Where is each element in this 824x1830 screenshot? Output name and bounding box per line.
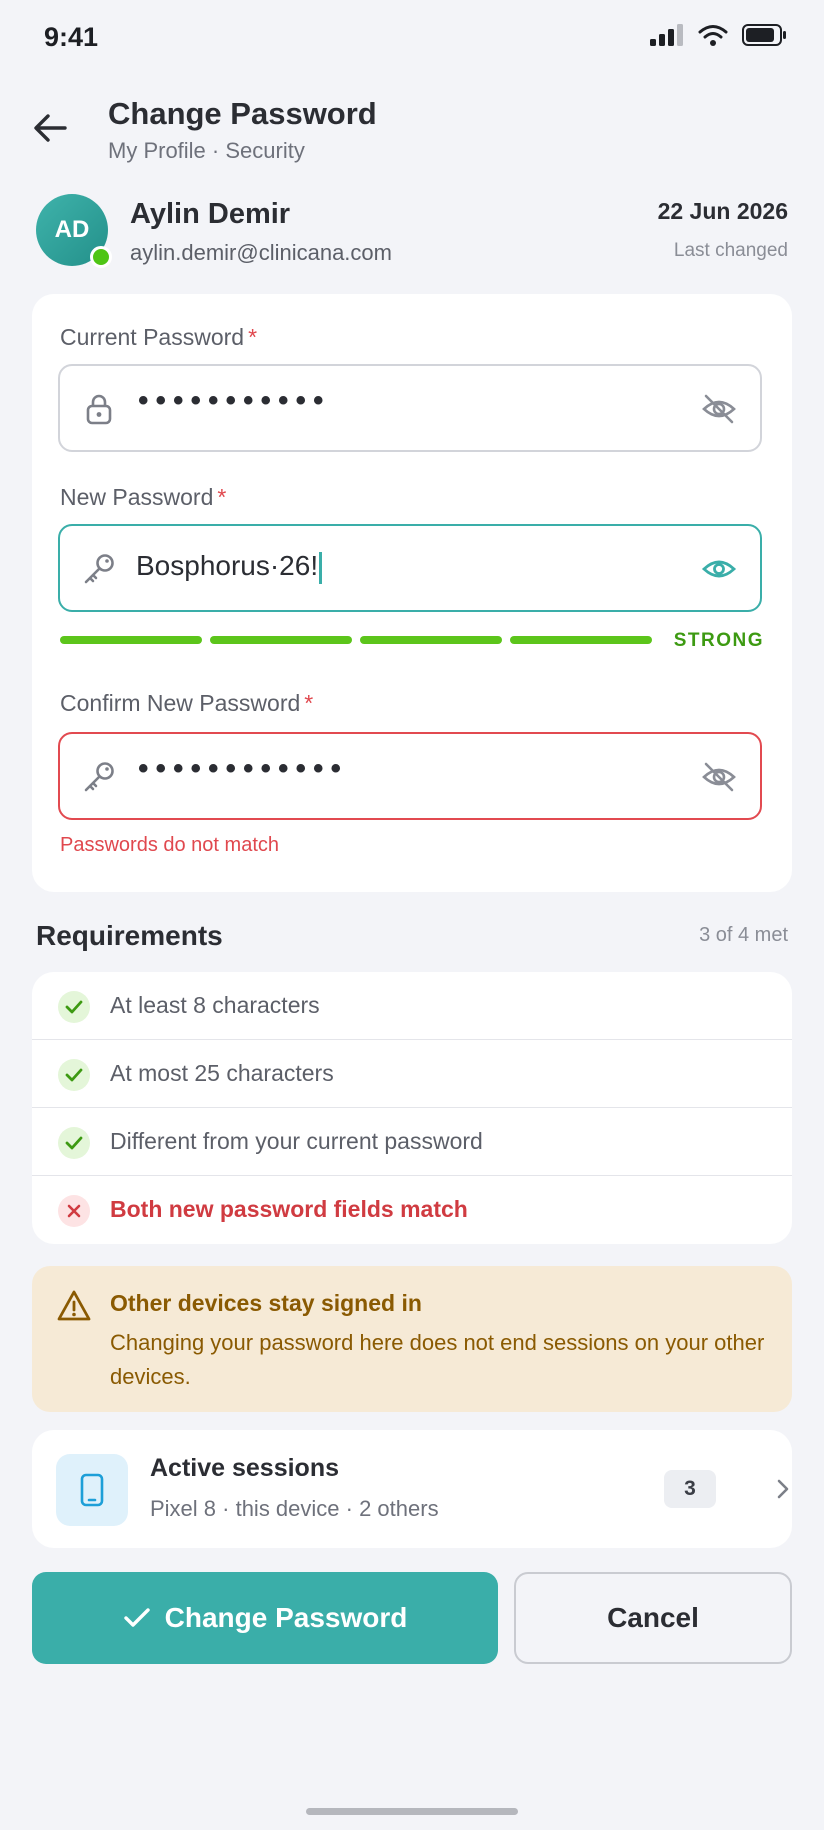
lock-icon bbox=[82, 392, 116, 426]
eye-off-icon bbox=[702, 394, 736, 424]
sessions-title: Active sessions bbox=[150, 1454, 339, 1482]
phone-icon bbox=[56, 1454, 128, 1526]
required-mark: * bbox=[217, 484, 227, 510]
battery-icon bbox=[742, 24, 786, 46]
new-password-label: New Password * bbox=[60, 484, 226, 511]
strength-segment bbox=[210, 636, 352, 644]
arrow-left-icon bbox=[34, 114, 67, 142]
sessions-warning-banner: Other devices stay signed in Changing yo… bbox=[32, 1266, 792, 1412]
eye-off-icon bbox=[702, 762, 736, 792]
last-changed-date: 22 Jun 2026 bbox=[657, 198, 788, 224]
cancel-button[interactable]: Cancel bbox=[514, 1572, 792, 1664]
password-strength-meter: STRONG bbox=[60, 630, 764, 660]
active-sessions-row[interactable]: Active sessions Pixel 8 · this device · … bbox=[32, 1430, 792, 1548]
requirement-text: At most 25 characters bbox=[110, 1060, 334, 1086]
confirm-error-message: Passwords do not match bbox=[60, 834, 279, 856]
check-icon bbox=[58, 1059, 90, 1091]
requirement-text: Both new password fields match bbox=[110, 1196, 468, 1222]
requirement-text: At least 8 characters bbox=[110, 992, 320, 1018]
key-icon bbox=[82, 552, 116, 586]
wifi-icon bbox=[698, 25, 728, 46]
eye-icon bbox=[701, 560, 737, 578]
requirement-item: Both new password fields match bbox=[32, 1176, 792, 1244]
strength-segment bbox=[60, 636, 202, 644]
page-title: Change Password bbox=[108, 96, 377, 131]
x-icon bbox=[58, 1195, 90, 1227]
status-icons bbox=[650, 24, 788, 46]
check-icon bbox=[58, 991, 90, 1023]
status-time: 9:41 bbox=[44, 22, 99, 52]
strength-segment bbox=[510, 636, 652, 644]
back-button[interactable] bbox=[28, 106, 72, 150]
last-changed-label: Last changed bbox=[673, 240, 788, 261]
confirm-password-label-text: Confirm New Password bbox=[60, 690, 301, 716]
current-password-label: Current Password * bbox=[60, 324, 257, 351]
toggle-new-visibility[interactable] bbox=[700, 550, 738, 588]
requirement-item: Different from your current password bbox=[32, 1108, 792, 1176]
new-password-input[interactable]: Bosphorus·26! bbox=[58, 524, 762, 612]
check-icon bbox=[58, 1127, 90, 1159]
requirements-list: At least 8 characters At most 25 charact… bbox=[32, 972, 792, 1244]
password-form-card: Current Password * ••••••••••• New Passwo… bbox=[32, 294, 792, 892]
requirement-text: Different from your current password bbox=[110, 1128, 483, 1154]
new-password-text: Bosphorus·26! bbox=[136, 550, 319, 581]
sessions-count-badge: 3 bbox=[664, 1470, 716, 1508]
current-password-input[interactable]: ••••••••••• bbox=[58, 364, 762, 452]
online-status-dot bbox=[90, 246, 112, 268]
signal-icon bbox=[650, 24, 683, 46]
toggle-current-visibility[interactable] bbox=[700, 390, 738, 428]
warning-body: Changing your password here does not end… bbox=[110, 1330, 765, 1389]
profile-summary: AD Aylin Demir aylin.demir@clinicana.com… bbox=[36, 194, 788, 268]
confirm-password-label: Confirm New Password * bbox=[60, 690, 313, 717]
requirement-item: At most 25 characters bbox=[32, 1040, 792, 1108]
required-mark: * bbox=[304, 690, 314, 716]
breadcrumb: My Profile · Security bbox=[108, 138, 305, 163]
cancel-label: Cancel bbox=[607, 1602, 699, 1633]
confirm-password-input[interactable]: •••••••••••• bbox=[58, 732, 762, 820]
requirements-heading: Requirements bbox=[36, 920, 223, 951]
warning-title: Other devices stay signed in bbox=[110, 1290, 422, 1316]
change-password-label: Change Password bbox=[164, 1602, 408, 1633]
requirements-count: 3 of 4 met bbox=[699, 924, 788, 946]
strength-label: STRONG bbox=[673, 630, 764, 651]
home-indicator bbox=[306, 1808, 518, 1815]
warning-icon bbox=[57, 1290, 91, 1321]
user-email: aylin.demir@clinicana.com bbox=[130, 240, 392, 265]
confirm-password-value: •••••••••••• bbox=[138, 752, 349, 785]
text-caret bbox=[319, 551, 323, 584]
requirement-item: At least 8 characters bbox=[32, 972, 792, 1040]
change-password-button[interactable]: Change Password bbox=[32, 1572, 498, 1664]
current-password-value: ••••••••••• bbox=[138, 384, 331, 417]
check-icon bbox=[123, 1608, 150, 1627]
toggle-confirm-visibility[interactable] bbox=[700, 758, 738, 796]
current-password-label-text: Current Password bbox=[60, 324, 245, 350]
strength-segment bbox=[360, 636, 502, 644]
new-password-value: Bosphorus·26! bbox=[136, 550, 323, 584]
status-bar: 9:41 bbox=[0, 0, 824, 80]
required-mark: * bbox=[248, 324, 258, 350]
avatar-initials: AD bbox=[54, 216, 90, 243]
user-name: Aylin Demir bbox=[130, 198, 291, 230]
new-password-label-text: New Password bbox=[60, 484, 214, 510]
key-icon bbox=[82, 760, 116, 794]
chevron-right-icon bbox=[770, 1476, 796, 1502]
sessions-subtitle: Pixel 8 · this device · 2 others bbox=[150, 1496, 439, 1521]
header: Change Password My Profile · Security bbox=[0, 92, 824, 172]
